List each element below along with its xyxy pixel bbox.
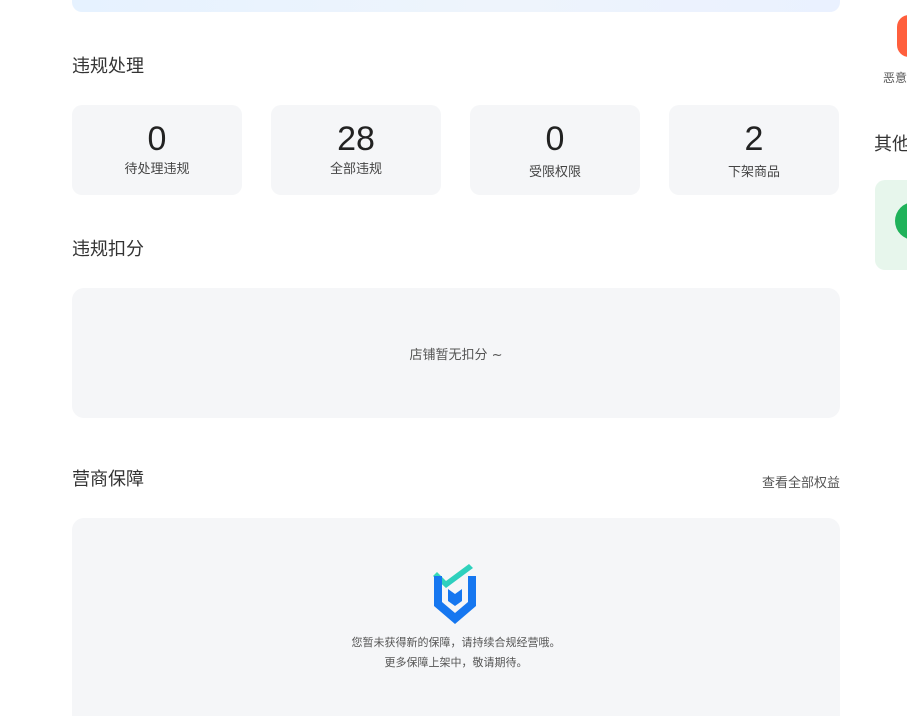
stat-card-all-violations[interactable]: 28 全部违规 xyxy=(271,105,441,195)
stat-value: 28 xyxy=(337,120,375,158)
stat-label: 下架商品 xyxy=(727,165,780,180)
guarantee-section-title: 营商保障 xyxy=(72,469,144,490)
stat-card-restricted-permissions[interactable]: 0 受限权限 xyxy=(470,105,640,195)
deduction-empty-panel: 店铺暂无扣分 ~ xyxy=(72,288,840,418)
deduction-empty-text: 店铺暂无扣分 ~ xyxy=(409,348,503,363)
stat-value: 0 xyxy=(147,120,167,158)
shield-check-icon xyxy=(432,562,478,626)
stat-card-pending-violations[interactable]: 0 待处理违规 xyxy=(72,105,242,195)
stat-label: 受限权限 xyxy=(528,165,581,180)
stat-card-delisted-products[interactable]: 2 下架商品 xyxy=(669,105,839,195)
other-card[interactable] xyxy=(875,180,907,270)
stat-label: 待处理违规 xyxy=(124,162,190,177)
malicious-icon[interactable] xyxy=(897,15,907,57)
view-all-benefits-link[interactable]: 查看全部权益 xyxy=(762,475,840,493)
page: 违规处理 0 待处理违规 28 全部违规 0 受限权限 2 下架商品 违规扣分 … xyxy=(0,0,907,716)
top-banner xyxy=(72,0,840,12)
guarantee-empty-line-2: 更多保障上架中，敬请期待。 xyxy=(384,656,528,669)
deduction-section-title: 违规扣分 xyxy=(72,239,144,260)
stat-value: 2 xyxy=(744,120,764,158)
violation-section-title: 违规处理 xyxy=(72,56,144,77)
stat-label: 全部违规 xyxy=(329,162,382,177)
malicious-label: 恶意 xyxy=(883,71,907,85)
green-circle-icon xyxy=(895,202,907,240)
stat-value: 0 xyxy=(545,120,565,158)
guarantee-empty-line-1: 您暂未获得新的保障，请持续合规经营哦。 xyxy=(351,636,561,649)
other-section-title: 其他 xyxy=(874,134,907,155)
